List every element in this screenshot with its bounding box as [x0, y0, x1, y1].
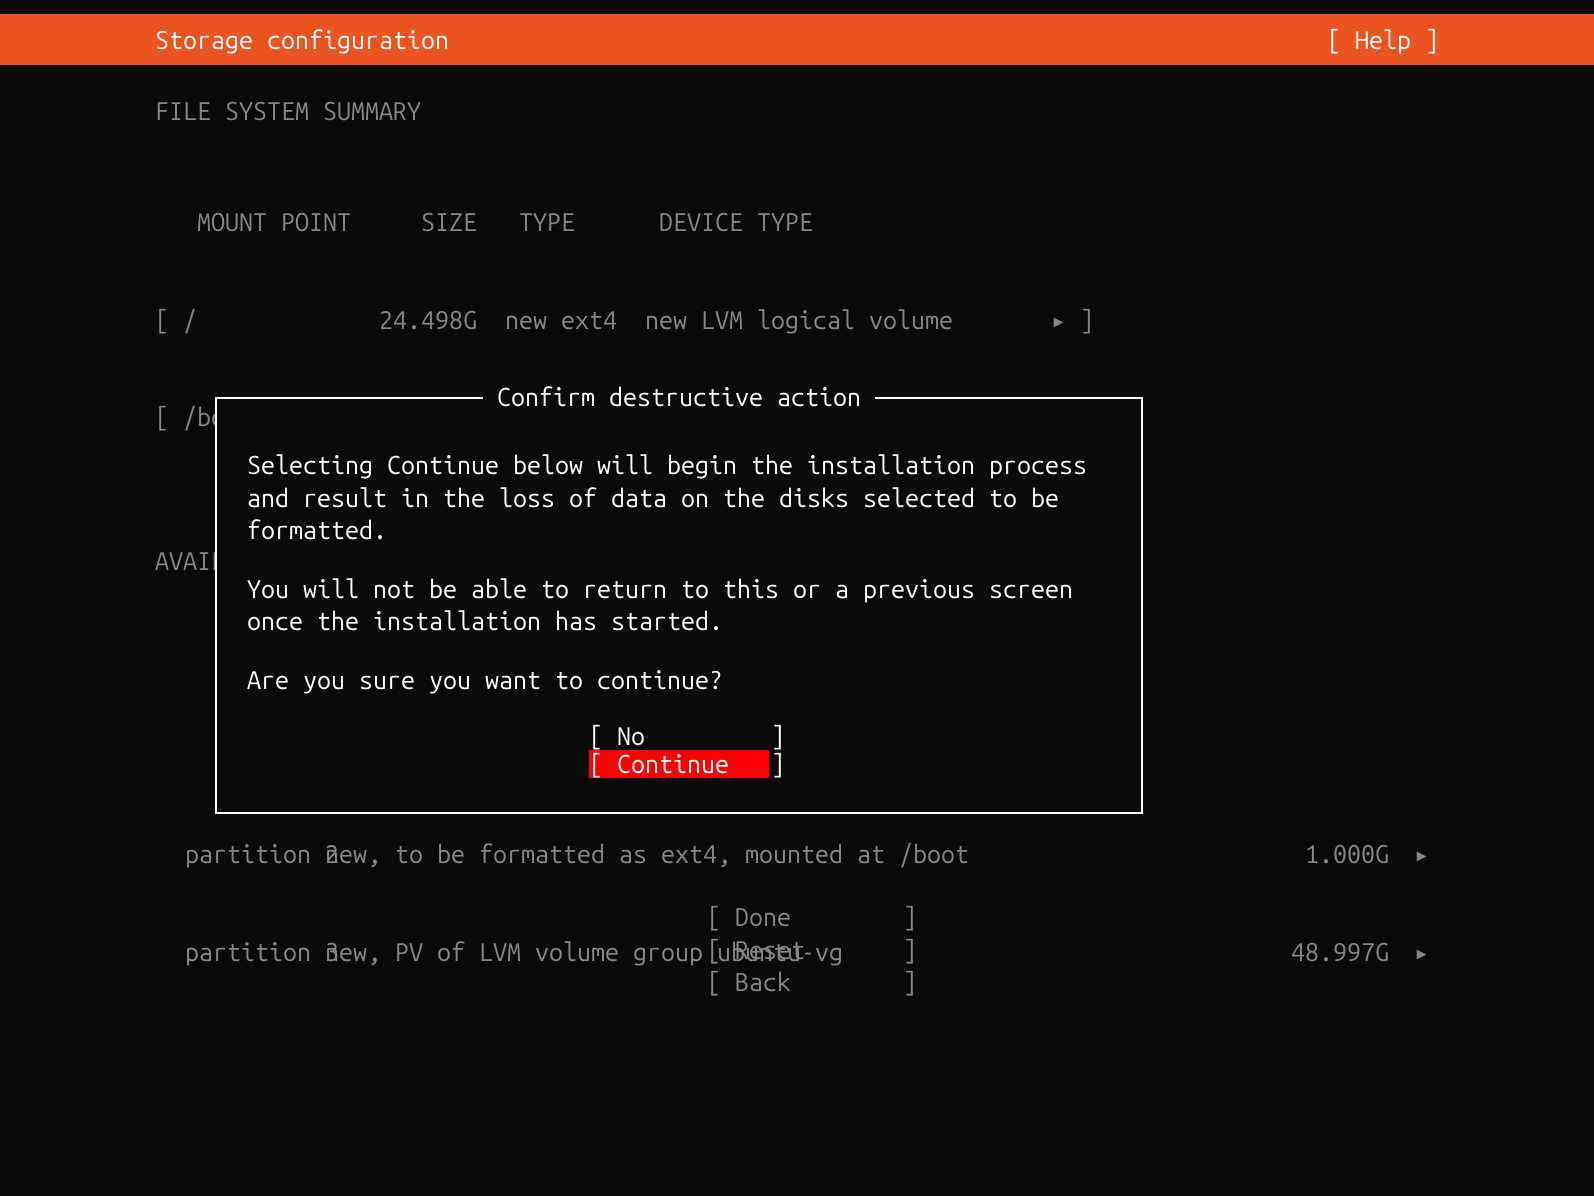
- help-button[interactable]: [ Help ]: [1327, 26, 1439, 54]
- page-title: Storage configuration: [155, 26, 1327, 54]
- dialog-text: Selecting Continue below will begin the …: [247, 449, 1111, 547]
- partition-row[interactable]: partition 2 new, to be formatted as ext4…: [155, 838, 1439, 871]
- bottom-buttons: [ Done ] [ Reset ] [ Back ]: [0, 901, 1594, 999]
- back-button[interactable]: [ Back ]: [707, 966, 887, 999]
- fs-row[interactable]: [ / 24.498G new ext4 new LVM logical vol…: [155, 304, 1439, 337]
- dialog-text: You will not be able to return to this o…: [247, 573, 1111, 638]
- dialog-body: Selecting Continue below will begin the …: [247, 449, 1111, 696]
- dialog-text: Are you sure you want to continue?: [247, 664, 1111, 697]
- no-button[interactable]: [ No ]: [589, 722, 769, 750]
- fs-summary-header: FILE SYSTEM SUMMARY: [155, 97, 1439, 125]
- fs-table-header: MOUNT POINT SIZE TYPE DEVICE TYPE: [155, 206, 1439, 239]
- header-bar: Storage configuration [ Help ]: [0, 14, 1594, 65]
- partition-desc: new, to be formatted as ext4, mounted at…: [325, 838, 1269, 871]
- partition-name: partition 2: [155, 838, 325, 871]
- reset-button[interactable]: [ Reset ]: [707, 934, 887, 967]
- partition-size: 1.000G: [1269, 838, 1389, 871]
- chevron-right-icon[interactable]: ▸: [1389, 838, 1439, 871]
- done-button[interactable]: [ Done ]: [707, 901, 887, 934]
- confirm-dialog: Confirm destructive action Selecting Con…: [215, 397, 1143, 814]
